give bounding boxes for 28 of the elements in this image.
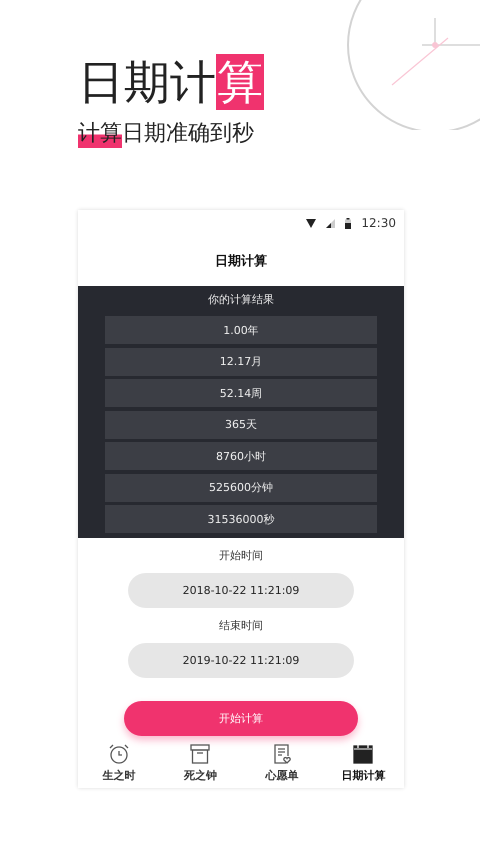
headline-text: 算 — [216, 54, 264, 110]
nav-tab[interactable]: 日期计算 — [322, 738, 404, 788]
signal-icon — [326, 218, 336, 228]
end-time-label: 结束时间 — [218, 618, 264, 633]
result-row: 525600分钟 — [105, 474, 377, 502]
results-title: 你的计算结果 — [208, 292, 274, 308]
tagline-text: 日期准确到秒 — [122, 120, 254, 148]
calculate-button[interactable]: 开始计算 — [124, 701, 358, 736]
start-time-label: 开始时间 — [218, 548, 264, 563]
nav-tab[interactable]: 生之时 — [78, 738, 160, 788]
result-row: 365天 — [105, 410, 377, 438]
nav-tab[interactable]: 死之钟 — [160, 738, 241, 788]
box-icon — [189, 743, 212, 765]
alarm-clock-icon — [108, 743, 130, 765]
status-time: 12:30 — [361, 216, 396, 230]
result-row: 12.17月 — [105, 348, 377, 376]
wifi-icon — [306, 218, 316, 228]
battery-icon — [345, 218, 352, 228]
result-row: 8760小时 — [105, 442, 377, 470]
result-row: 31536000秒 — [105, 505, 377, 533]
screen-title: 日期计算 — [215, 253, 267, 270]
result-row: 1.00年 — [105, 316, 377, 344]
nav-tab[interactable]: 心愿单 — [241, 738, 322, 788]
start-time-field[interactable]: 2018-10-22 11:21:09 — [128, 573, 354, 608]
end-time-field[interactable]: 2019-10-22 11:21:09 — [128, 643, 354, 678]
result-row: 52.14周 — [105, 379, 377, 407]
calendar-icon — [352, 743, 374, 765]
headline-text: 日期计 — [78, 54, 216, 110]
